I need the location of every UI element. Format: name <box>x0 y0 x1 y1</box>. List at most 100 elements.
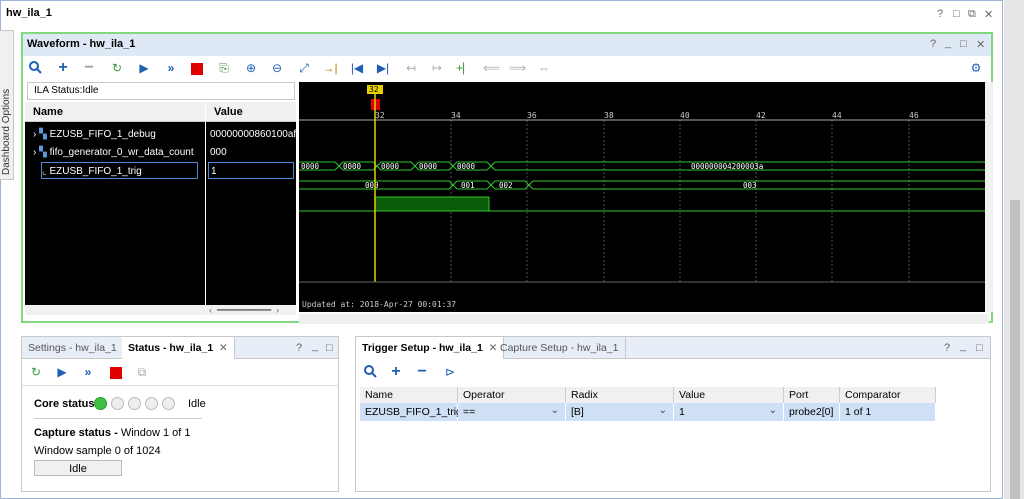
names-hscroll[interactable] <box>25 305 205 315</box>
wave-hscroll[interactable] <box>299 314 989 324</box>
name-column-header[interactable]: Name <box>25 102 205 122</box>
run-continuous-icon[interactable]: » <box>163 60 179 76</box>
right-scrollbar[interactable] <box>1004 0 1024 499</box>
run-trigger-icon[interactable]: ▶ <box>136 60 152 76</box>
operator-select[interactable]: == ⌄ <box>458 403 566 421</box>
bus-icon: ▚ <box>39 129 47 140</box>
copy-icon[interactable]: ⧉ <box>134 364 150 380</box>
signal-name: EZUSB_FIFO_1_debug <box>49 129 156 140</box>
next-marker-icon[interactable]: ⟹ <box>509 60 526 76</box>
core-status-text: Idle <box>188 398 206 410</box>
zoom-fit-icon[interactable]: ⤢ <box>296 60 312 76</box>
tab-capture-setup[interactable]: Capture Setup - hw_ila_1 <box>494 337 626 359</box>
swap-cursors-icon[interactable]: ⇔ <box>536 60 552 76</box>
value-column-header[interactable]: Value <box>206 102 296 122</box>
tab-trigger-setup-label: Trigger Setup - hw_ila_1 <box>362 342 483 354</box>
waveform-close-icon[interactable]: ✕ <box>976 38 985 51</box>
ila-status: ILA Status:Idle <box>27 82 295 100</box>
signal-row[interactable]: › ▚ fifo_generator_0_wr_data_count <box>33 144 205 162</box>
tab-trigger-setup[interactable]: Trigger Setup - hw_ila_1 ✕ <box>356 337 505 359</box>
status-minimize-icon[interactable]: _ <box>312 340 318 352</box>
column-header-port[interactable]: Port <box>784 387 840 403</box>
gear-icon[interactable]: ⚙ <box>968 60 984 76</box>
remove-icon[interactable]: − <box>414 364 430 380</box>
status-help-icon[interactable]: ? <box>296 342 302 354</box>
search-icon[interactable] <box>362 364 378 380</box>
trigger-value: 1 <box>679 406 685 418</box>
zoom-out-icon[interactable]: ⊖ <box>269 60 285 76</box>
column-header-operator[interactable]: Operator <box>458 387 566 403</box>
trigger-maximize-icon[interactable]: □ <box>976 342 983 354</box>
next-transition-icon[interactable]: ↦ <box>429 60 445 76</box>
close-icon[interactable]: ✕ <box>984 8 993 21</box>
column-header-comparator-usage[interactable]: Comparator Usage <box>840 387 936 413</box>
expand-chevron-icon[interactable]: › <box>33 129 36 140</box>
go-to-end-icon[interactable]: ▶| <box>375 60 391 76</box>
go-to-start-icon[interactable]: |◀ <box>349 60 365 76</box>
tab-status[interactable]: Status - hw_ila_1 ✕ <box>122 337 235 359</box>
go-to-cursor-icon[interactable]: →| <box>322 60 338 76</box>
trigger-condition-icon[interactable]: ⊳ <box>442 364 458 380</box>
status-dot-active <box>94 397 107 410</box>
signal-name: EZUSB_FIFO_1_trig <box>49 166 142 177</box>
expand-chevron-icon[interactable]: › <box>33 147 36 158</box>
bus-segment: 0000 <box>419 162 438 171</box>
export-icon[interactable]: ⎘ <box>216 60 232 76</box>
float-icon[interactable]: ⧉ <box>968 8 976 21</box>
help-icon[interactable]: ? <box>937 8 943 20</box>
maximize-icon[interactable]: □ <box>953 8 960 20</box>
values-hscroll[interactable]: ‹ ━━━━━━━━━━ › <box>206 305 296 315</box>
idle-button[interactable]: Idle <box>34 460 122 476</box>
waveform-canvas[interactable]: 32 34 36 38 40 42 44 46 32 0000 0000 000… <box>299 82 989 312</box>
divider <box>22 385 338 386</box>
wave-vscroll[interactable] <box>985 82 993 312</box>
trigger-high-region <box>374 196 490 212</box>
bus-segment: 002 <box>499 181 513 190</box>
waveform-header: Waveform - hw_ila_1 ? _ □ ✕ <box>23 34 991 56</box>
signal-values-column: Value 00000000860100af 000 1 ‹ ━━━━━━━━━… <box>206 102 296 315</box>
run-trigger-immediate-icon[interactable]: ↻ <box>109 60 125 76</box>
cell-name: EZUSB_FIFO_1_trig <box>360 403 462 421</box>
tab-close-icon[interactable]: ✕ <box>219 342 228 354</box>
column-header-radix[interactable]: Radix <box>566 387 674 403</box>
radix-select[interactable]: [B] ⌄ <box>566 403 674 421</box>
add-marker-icon[interactable]: +⎸ <box>456 60 475 76</box>
scrollbar-thumb[interactable] <box>1010 200 1020 499</box>
waveform-help-icon[interactable]: ? <box>930 38 936 50</box>
run-trigger-immediate-icon[interactable]: ↻ <box>28 364 44 380</box>
status-dot <box>128 397 141 410</box>
remove-icon[interactable]: − <box>81 60 97 76</box>
previous-transition-icon[interactable]: ↤ <box>403 60 419 76</box>
status-dot <box>111 397 124 410</box>
signal-row[interactable]: ⌞ EZUSB_FIFO_1_trig <box>41 162 198 179</box>
signal-value: 000 <box>210 147 227 158</box>
dashboard-options-tab[interactable]: Dashboard Options <box>0 30 14 180</box>
search-icon[interactable] <box>27 60 43 76</box>
tab-settings[interactable]: Settings - hw_ila_1 <box>22 337 123 359</box>
value-select[interactable]: 1 ⌄ <box>674 403 784 421</box>
run-continuous-icon[interactable]: » <box>80 364 96 380</box>
capture-status-label: Capture status - <box>34 427 118 439</box>
signal-row[interactable]: › ▚ EZUSB_FIFO_1_debug <box>33 126 205 144</box>
status-maximize-icon[interactable]: □ <box>326 342 333 354</box>
column-header-value[interactable]: Value <box>674 387 784 403</box>
waveform-minimize-icon[interactable]: _ <box>945 37 951 49</box>
run-trigger-icon[interactable]: ▶ <box>54 364 70 380</box>
stop-icon[interactable] <box>108 365 124 381</box>
previous-marker-icon[interactable]: ⟸ <box>483 60 500 76</box>
core-status-indicators <box>94 397 194 411</box>
signal-value: 00000000860100af <box>210 129 297 140</box>
window-sample: Window sample 0 of 1024 <box>34 445 161 457</box>
zoom-in-icon[interactable]: ⊕ <box>243 60 259 76</box>
bus-segment: 0000 <box>381 162 400 171</box>
add-icon[interactable]: + <box>55 60 71 76</box>
trigger-help-icon[interactable]: ? <box>944 342 950 354</box>
trigger-minimize-icon[interactable]: _ <box>960 340 966 352</box>
column-header-name[interactable]: Name <box>360 387 458 403</box>
waveform-maximize-icon[interactable]: □ <box>960 38 967 50</box>
radix-value: [B] <box>571 406 584 418</box>
add-icon[interactable]: + <box>388 364 404 380</box>
time-tick: 46 <box>909 111 919 120</box>
waveform-title: Waveform - hw_ila_1 <box>27 38 136 50</box>
stop-icon[interactable] <box>189 61 205 77</box>
